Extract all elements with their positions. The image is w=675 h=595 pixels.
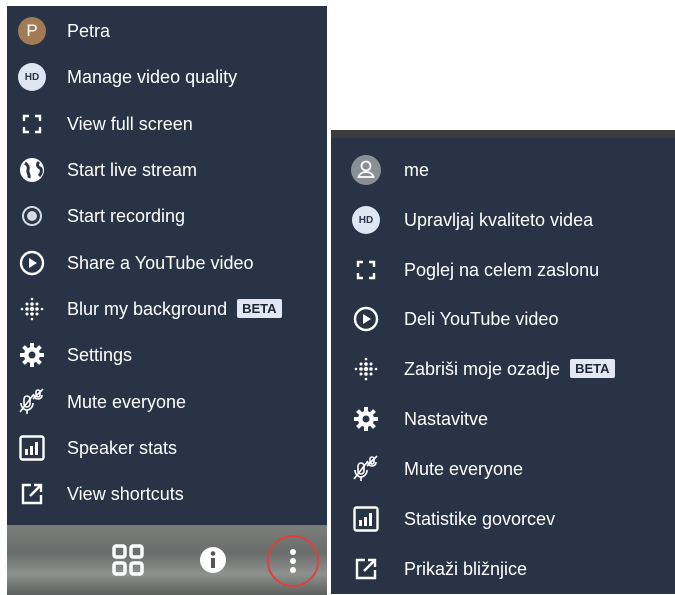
menu-item-label: Mute everyone (67, 391, 187, 412)
user-name: me (404, 159, 430, 180)
menu-item-label: Share a YouTube video (67, 252, 254, 273)
more-options-button[interactable] (267, 535, 319, 587)
info-button[interactable] (198, 545, 228, 575)
menu-item-view-full-screen[interactable]: Poglej na celem zaslonu (331, 247, 675, 293)
user-item-petra[interactable]: P Petra (7, 9, 327, 53)
menu-item-view-shortcuts[interactable]: Prikaži bližnjice (331, 546, 675, 592)
meeting-toolbar (7, 525, 327, 595)
menu-item-label: View shortcuts (67, 483, 184, 504)
beta-badge: BETA (570, 358, 615, 378)
avatar (351, 155, 381, 185)
menu-item-label: Mute everyone (404, 458, 524, 479)
menu-item-label: Speaker stats (67, 437, 178, 458)
menu-item-label: Poglej na celem zaslonu (404, 259, 600, 280)
more-vertical-icon (290, 549, 296, 573)
menu-item-mute-everyone[interactable]: Mute everyone (7, 380, 327, 424)
menu-item-settings[interactable]: Nastavitve (331, 396, 675, 442)
menu-item-label: Statistike govorcev (404, 508, 556, 529)
beta-badge: BETA (237, 298, 282, 318)
menu-item-start-live-stream[interactable]: Start live stream (7, 148, 327, 192)
menu-item-label: Zabriši moje ozadje (404, 358, 561, 379)
menu-item-blur-background[interactable]: Blur my background BETA (7, 287, 327, 331)
menu-item-speaker-stats[interactable]: Speaker stats (7, 426, 327, 470)
grid-icon (112, 544, 144, 576)
menu-item-label: Blur my background (67, 298, 228, 319)
external-link-icon (17, 479, 47, 509)
avatar-letter: P (18, 17, 46, 45)
more-options-menu-en: P Petra HD Manage video quality View ful… (7, 6, 327, 525)
menu-item-manage-video-quality[interactable]: HD Manage video quality (7, 55, 327, 99)
menu-item-label: Manage video quality (67, 66, 238, 87)
menu-item-speaker-stats[interactable]: Statistike govorcev (331, 496, 675, 542)
hd-icon: HD (351, 205, 381, 235)
menu-item-blur-background[interactable]: Zabriši moje ozadje BETA (331, 346, 675, 392)
gear-icon (351, 404, 381, 434)
menu-item-label: View full screen (67, 113, 193, 134)
hd-icon: HD (17, 62, 47, 92)
gear-icon (17, 340, 47, 370)
stats-icon (17, 433, 47, 463)
user-item-me[interactable]: me (331, 147, 675, 193)
hd-badge-text: HD (18, 63, 46, 91)
menu-item-label: Nastavitve (404, 408, 489, 429)
menu-item-start-recording[interactable]: Start recording (7, 194, 327, 238)
menu-item-mute-everyone[interactable]: Mute everyone (331, 446, 675, 492)
menu-item-label: Prikaži bližnjice (404, 558, 528, 579)
mute-mic-icon (17, 387, 47, 417)
hd-badge-text: HD (352, 206, 380, 234)
play-circle-icon (17, 248, 47, 278)
menu-item-label: Start recording (67, 205, 186, 226)
user-icon (351, 155, 381, 185)
menu-item-label: Settings (67, 344, 133, 365)
menu-item-share-youtube[interactable]: Share a YouTube video (7, 241, 327, 285)
play-circle-icon (351, 304, 381, 334)
mute-mic-icon (351, 454, 381, 484)
user-name: Petra (67, 20, 111, 41)
menu-item-view-shortcuts[interactable]: View shortcuts (7, 472, 327, 516)
stats-icon (351, 504, 381, 534)
menu-item-label: Upravljaj kvaliteto videa (404, 209, 594, 230)
blur-icon (17, 294, 47, 324)
more-options-menu-sl: me HD Upravljaj kvaliteto videa Poglej n… (331, 130, 675, 594)
info-icon (200, 547, 226, 573)
external-link-icon (351, 554, 381, 584)
menu-item-label: Deli YouTube video (404, 308, 559, 329)
globe-icon (17, 155, 47, 185)
avatar: P (17, 16, 47, 46)
menu-item-label-wrap: Zabriši moje ozadje BETA (404, 358, 615, 380)
grid-view-button[interactable] (110, 542, 146, 578)
menu-item-view-full-screen[interactable]: View full screen (7, 102, 327, 146)
menu-item-manage-video-quality[interactable]: HD Upravljaj kvaliteto videa (331, 197, 675, 243)
record-icon (17, 201, 47, 231)
fullscreen-icon (17, 109, 47, 139)
menu-item-label: Start live stream (67, 159, 198, 180)
menu-item-share-youtube[interactable]: Deli YouTube video (331, 296, 675, 342)
menu-item-label-wrap: Blur my background BETA (67, 298, 282, 320)
blur-icon (351, 354, 381, 384)
fullscreen-icon (351, 255, 381, 285)
menu-item-settings[interactable]: Settings (7, 333, 327, 377)
